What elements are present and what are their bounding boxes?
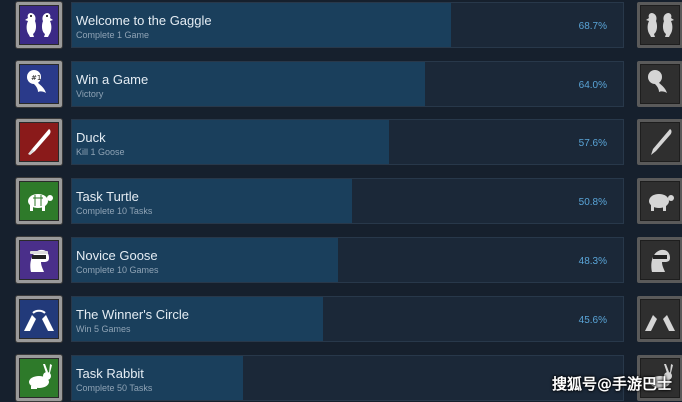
achievement-description: Complete 50 Tasks [76, 383, 153, 393]
ribbon-award-icon [637, 61, 682, 107]
achievement-title: The Winner's Circle [76, 307, 190, 322]
watermark: 搜狐号@手游巴士 [552, 373, 672, 394]
achievement-description: Victory [76, 89, 104, 99]
svg-text:#1: #1 [31, 74, 41, 82]
achievement-row[interactable]: Task Turtle Complete 10 Tasks 50.8% [0, 178, 682, 228]
goose-head-icon [637, 237, 682, 283]
achievement-row[interactable]: Novice Goose Complete 10 Games 48.3% [0, 237, 682, 287]
turtle-icon [16, 178, 62, 224]
achievement-row[interactable]: The Winner's Circle Win 5 Games 45.6% [0, 296, 682, 346]
rabbit-icon [16, 355, 62, 401]
achievement-description: Win 5 Games [76, 324, 131, 334]
achievement-bar: Task Rabbit Complete 50 Tasks [71, 355, 624, 401]
achievement-list-page: Welcome to the Gaggle Complete 1 Game 68… [0, 0, 682, 402]
achievement-percent: 68.7% [578, 21, 607, 32]
achievement-percent: 45.6% [578, 315, 607, 326]
achievement-title: Welcome to the Gaggle [76, 13, 212, 28]
achievement-row[interactable]: Welcome to the Gaggle Complete 1 Game 68… [0, 2, 682, 52]
achievement-percent: 48.3% [578, 256, 607, 267]
achievement-description: Complete 10 Games [76, 265, 159, 275]
achievement-percent: 57.6% [578, 138, 607, 149]
achievement-title: Task Rabbit [76, 366, 144, 381]
achievement-bar: Task Turtle Complete 10 Tasks 50.8% [71, 178, 624, 224]
achievement-percent: 64.0% [578, 80, 607, 91]
ribbon-award-icon: #1 [16, 61, 62, 107]
achievement-title: Task Turtle [76, 189, 139, 204]
progress-fill [72, 120, 390, 164]
achievement-title: Win a Game [76, 72, 149, 87]
goose-head-icon [16, 237, 62, 283]
achievement-bar: Win a Game Victory 64.0% [71, 61, 624, 107]
achievement-row[interactable]: #1 Win a Game Victory 64.0% [0, 61, 682, 111]
achievement-percent: 50.8% [578, 197, 607, 208]
achievement-description: Kill 1 Goose [76, 147, 125, 157]
achievement-title: Duck [76, 130, 106, 145]
two-geese-icon [16, 2, 62, 48]
two-geese-icon [637, 2, 682, 48]
achievement-row[interactable]: Duck Kill 1 Goose 57.6% [0, 119, 682, 169]
achievement-bar: The Winner's Circle Win 5 Games 45.6% [71, 296, 624, 342]
achievement-bar: Duck Kill 1 Goose 57.6% [71, 119, 624, 165]
achievement-bar: Novice Goose Complete 10 Games 48.3% [71, 237, 624, 283]
achievement-description: Complete 1 Game [76, 30, 150, 40]
knife-icon [637, 119, 682, 165]
hands-circle-icon [637, 296, 682, 342]
achievement-title: Novice Goose [76, 248, 158, 263]
achievement-bar: Welcome to the Gaggle Complete 1 Game 68… [71, 2, 624, 48]
turtle-icon [637, 178, 682, 224]
watermark-text: 搜狐号@手游巴士 [551, 375, 672, 393]
achievement-description: Complete 10 Tasks [76, 206, 153, 216]
knife-icon [16, 119, 62, 165]
hands-circle-icon [16, 296, 62, 342]
